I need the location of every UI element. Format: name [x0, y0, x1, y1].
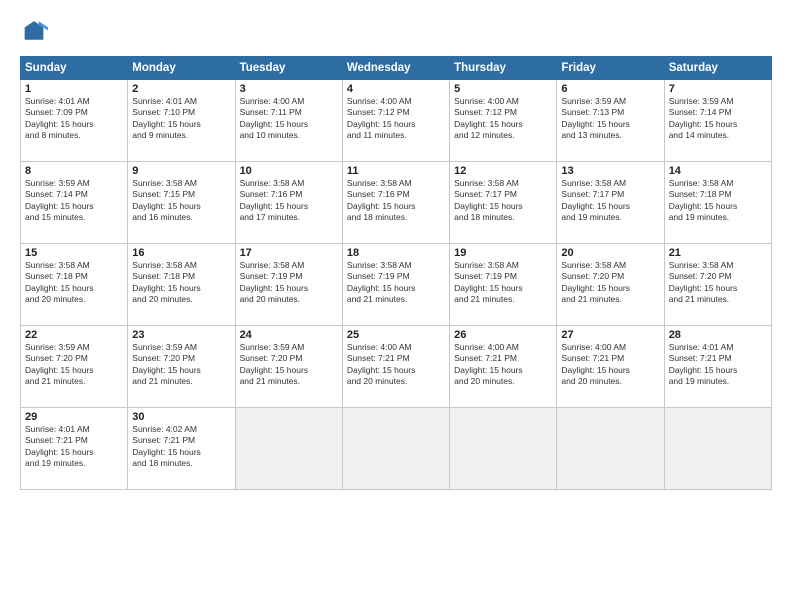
- table-row: [664, 408, 771, 490]
- table-row: 2Sunrise: 4:01 AMSunset: 7:10 PMDaylight…: [128, 80, 235, 162]
- table-row: 17Sunrise: 3:58 AMSunset: 7:19 PMDayligh…: [235, 244, 342, 326]
- table-row: 7Sunrise: 3:59 AMSunset: 7:14 PMDaylight…: [664, 80, 771, 162]
- table-row: 24Sunrise: 3:59 AMSunset: 7:20 PMDayligh…: [235, 326, 342, 408]
- table-row: 6Sunrise: 3:59 AMSunset: 7:13 PMDaylight…: [557, 80, 664, 162]
- header: [20, 18, 772, 46]
- table-row: 12Sunrise: 3:58 AMSunset: 7:17 PMDayligh…: [450, 162, 557, 244]
- col-header-tuesday: Tuesday: [235, 57, 342, 80]
- table-row: 26Sunrise: 4:00 AMSunset: 7:21 PMDayligh…: [450, 326, 557, 408]
- table-row: 28Sunrise: 4:01 AMSunset: 7:21 PMDayligh…: [664, 326, 771, 408]
- col-header-wednesday: Wednesday: [342, 57, 449, 80]
- week-row-1: 1Sunrise: 4:01 AMSunset: 7:09 PMDaylight…: [21, 80, 772, 162]
- table-row: 14Sunrise: 3:58 AMSunset: 7:18 PMDayligh…: [664, 162, 771, 244]
- table-row: 22Sunrise: 3:59 AMSunset: 7:20 PMDayligh…: [21, 326, 128, 408]
- calendar-header-row: SundayMondayTuesdayWednesdayThursdayFrid…: [21, 57, 772, 80]
- col-header-monday: Monday: [128, 57, 235, 80]
- table-row: 15Sunrise: 3:58 AMSunset: 7:18 PMDayligh…: [21, 244, 128, 326]
- table-row: 30Sunrise: 4:02 AMSunset: 7:21 PMDayligh…: [128, 408, 235, 490]
- table-row: 27Sunrise: 4:00 AMSunset: 7:21 PMDayligh…: [557, 326, 664, 408]
- table-row: [450, 408, 557, 490]
- table-row: 3Sunrise: 4:00 AMSunset: 7:11 PMDaylight…: [235, 80, 342, 162]
- table-row: 13Sunrise: 3:58 AMSunset: 7:17 PMDayligh…: [557, 162, 664, 244]
- table-row: 20Sunrise: 3:58 AMSunset: 7:20 PMDayligh…: [557, 244, 664, 326]
- page: SundayMondayTuesdayWednesdayThursdayFrid…: [0, 0, 792, 612]
- table-row: 25Sunrise: 4:00 AMSunset: 7:21 PMDayligh…: [342, 326, 449, 408]
- table-row: [557, 408, 664, 490]
- week-row-3: 15Sunrise: 3:58 AMSunset: 7:18 PMDayligh…: [21, 244, 772, 326]
- logo-icon: [20, 18, 48, 46]
- week-row-5: 29Sunrise: 4:01 AMSunset: 7:21 PMDayligh…: [21, 408, 772, 490]
- col-header-thursday: Thursday: [450, 57, 557, 80]
- table-row: 19Sunrise: 3:58 AMSunset: 7:19 PMDayligh…: [450, 244, 557, 326]
- table-row: 18Sunrise: 3:58 AMSunset: 7:19 PMDayligh…: [342, 244, 449, 326]
- logo: [20, 18, 52, 46]
- week-row-2: 8Sunrise: 3:59 AMSunset: 7:14 PMDaylight…: [21, 162, 772, 244]
- table-row: 16Sunrise: 3:58 AMSunset: 7:18 PMDayligh…: [128, 244, 235, 326]
- week-row-4: 22Sunrise: 3:59 AMSunset: 7:20 PMDayligh…: [21, 326, 772, 408]
- table-row: 10Sunrise: 3:58 AMSunset: 7:16 PMDayligh…: [235, 162, 342, 244]
- col-header-saturday: Saturday: [664, 57, 771, 80]
- table-row: [235, 408, 342, 490]
- table-row: 1Sunrise: 4:01 AMSunset: 7:09 PMDaylight…: [21, 80, 128, 162]
- table-row: 4Sunrise: 4:00 AMSunset: 7:12 PMDaylight…: [342, 80, 449, 162]
- table-row: 23Sunrise: 3:59 AMSunset: 7:20 PMDayligh…: [128, 326, 235, 408]
- table-row: 8Sunrise: 3:59 AMSunset: 7:14 PMDaylight…: [21, 162, 128, 244]
- table-row: 21Sunrise: 3:58 AMSunset: 7:20 PMDayligh…: [664, 244, 771, 326]
- col-header-friday: Friday: [557, 57, 664, 80]
- table-row: 9Sunrise: 3:58 AMSunset: 7:15 PMDaylight…: [128, 162, 235, 244]
- table-row: 11Sunrise: 3:58 AMSunset: 7:16 PMDayligh…: [342, 162, 449, 244]
- calendar: SundayMondayTuesdayWednesdayThursdayFrid…: [20, 56, 772, 490]
- table-row: [342, 408, 449, 490]
- table-row: 29Sunrise: 4:01 AMSunset: 7:21 PMDayligh…: [21, 408, 128, 490]
- table-row: 5Sunrise: 4:00 AMSunset: 7:12 PMDaylight…: [450, 80, 557, 162]
- col-header-sunday: Sunday: [21, 57, 128, 80]
